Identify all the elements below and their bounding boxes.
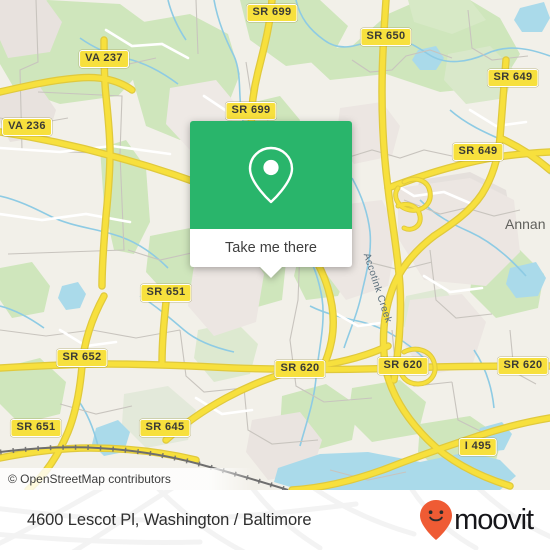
- popup-header: [190, 121, 352, 229]
- moovit-brand[interactable]: moovit: [419, 499, 534, 541]
- take-me-there-label: Take me there: [225, 240, 317, 256]
- map-canvas[interactable]: SR 699 SR 650 VA 237 SR 649 SR 699 VA 236 SR 6…: [0, 0, 550, 490]
- place-label: Annan: [505, 216, 546, 232]
- road-shield: SR 650: [360, 28, 412, 46]
- road-shield: VA 237: [79, 50, 129, 68]
- road-shield: SR 649: [452, 143, 504, 161]
- road-shield: SR 620: [497, 357, 549, 375]
- popup-pointer: [260, 267, 282, 278]
- road-shield: SR 620: [274, 360, 326, 378]
- road-shield: SR 652: [56, 349, 108, 367]
- road-shield: SR 651: [140, 284, 192, 302]
- road-shield: SR 649: [487, 69, 539, 87]
- road-shield: VA 236: [2, 118, 52, 136]
- road-shield: SR 651: [10, 419, 62, 437]
- road-shield: SR 620: [377, 357, 429, 375]
- moovit-pin-smiley-icon: [420, 500, 453, 540]
- moovit-wordmark: moovit: [454, 503, 534, 536]
- popup-action-bar[interactable]: Take me there: [190, 229, 352, 267]
- footer-bar: 4600 Lescot Pl, Washington / Baltimore m…: [0, 490, 550, 550]
- road-shield: I 495: [458, 438, 498, 456]
- address-text: 4600 Lescot Pl, Washington / Baltimore: [27, 510, 312, 529]
- road-shield: SR 699: [246, 4, 298, 22]
- road-shield: SR 699: [225, 102, 277, 120]
- moovit-map-screenshot: SR 699 SR 650 VA 237 SR 649 SR 699 VA 236 SR 6…: [0, 0, 550, 550]
- map-pin-icon: [248, 146, 294, 204]
- road-shield: SR 645: [139, 419, 191, 437]
- location-popup-card[interactable]: Take me there: [190, 121, 352, 278]
